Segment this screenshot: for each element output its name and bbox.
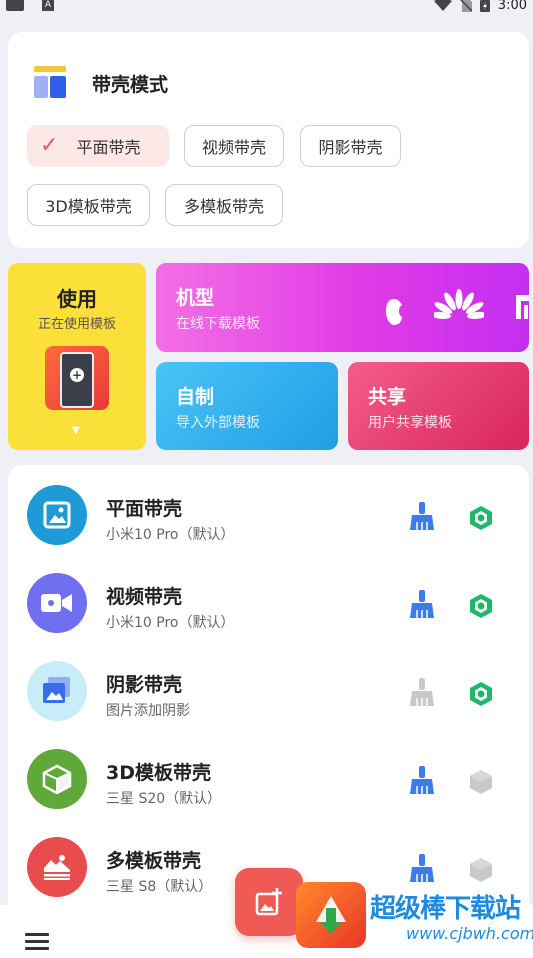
apple-icon — [386, 299, 402, 325]
huawei-icon — [434, 289, 484, 320]
tile-custom[interactable]: 自制 导入外部模板 — [156, 362, 338, 450]
brush-icon[interactable] — [409, 678, 435, 706]
brush-icon[interactable] — [409, 590, 435, 618]
add-image-button[interactable] — [235, 868, 303, 936]
hexagon-settings-icon[interactable] — [469, 769, 493, 795]
mode-title: 带壳模式 — [92, 73, 169, 96]
mode-card: 带壳模式 ✓ 平面带壳 视频带壳 阴影带壳 3D模板带壳 多模板带壳 — [8, 32, 529, 248]
brush-icon[interactable] — [409, 854, 435, 882]
layered-image-icon — [27, 661, 87, 721]
hexagon-settings-icon[interactable] — [469, 681, 493, 707]
tile-model[interactable]: 机型 在线下载模板 — [156, 263, 529, 352]
battery-icon — [479, 0, 490, 12]
multi-image-icon — [27, 837, 87, 897]
brush-icon[interactable] — [409, 502, 435, 530]
list-item-subtitle: 小米10 Pro（默认） — [106, 615, 235, 631]
chip-video-shell[interactable]: 视频带壳 — [184, 125, 284, 167]
tile-model-title: 机型 — [176, 287, 215, 309]
list-item[interactable]: 视频带壳 小米10 Pro（默认） — [8, 553, 529, 641]
no-sim-icon — [459, 0, 472, 12]
checkmark-icon: ✓ — [40, 133, 59, 158]
wifi-icon — [433, 0, 452, 11]
list-item-subtitle: 三星 S8（默认） — [106, 879, 213, 895]
list-item[interactable]: 阴影带壳 图片添加阴影 — [8, 641, 529, 729]
list-item[interactable]: 3D模板带壳 三星 S20（默认） — [8, 729, 529, 817]
chip-shadow-shell[interactable]: 阴影带壳 — [300, 125, 401, 167]
cube-icon — [27, 749, 87, 809]
chip-3d-template-shell[interactable]: 3D模板带壳 — [27, 184, 150, 226]
list-item-title: 阴影带壳 — [106, 674, 183, 696]
tile-model-subtitle: 在线下载模板 — [176, 316, 260, 332]
tile-use-title: 使用 — [57, 287, 97, 311]
tile-use-subtitle: 正在使用模板 — [37, 317, 116, 332]
chip-label: 多模板带壳 — [183, 197, 264, 216]
chip-label: 阴影带壳 — [318, 138, 383, 157]
list-item-subtitle: 图片添加阴影 — [106, 703, 190, 719]
shell-mode-list: 平面带壳 小米10 Pro（默认） 视频带壳 小米10 Pro（默认） 阴影带壳… — [8, 465, 529, 905]
status-time: 3:00 — [497, 0, 527, 13]
chip-multi-template-shell[interactable]: 多模板带壳 — [165, 184, 283, 226]
tile-custom-subtitle: 导入外部模板 — [176, 415, 260, 431]
hexagon-settings-icon[interactable] — [469, 505, 493, 531]
tile-share-subtitle: 用户共享模板 — [368, 415, 452, 431]
tile-share-title: 共享 — [368, 386, 407, 408]
brush-icon[interactable] — [409, 766, 435, 794]
hexagon-settings-icon[interactable] — [469, 593, 493, 619]
status-bar: A 3:00 — [0, 0, 533, 14]
list-item-subtitle: 小米10 Pro（默认） — [106, 527, 235, 543]
list-item-subtitle: 三星 S20（默认） — [106, 791, 222, 807]
download-site-logo-icon — [296, 882, 366, 948]
a-icon: A — [42, 0, 54, 11]
chevron-down-icon: ▼ — [72, 425, 80, 436]
image-icon — [27, 485, 87, 545]
notification-icon — [6, 0, 24, 11]
chip-label: 视频带壳 — [201, 138, 266, 157]
list-item-title: 视频带壳 — [106, 586, 183, 608]
tile-custom-title: 自制 — [176, 386, 215, 408]
phone-template-icon: + — [45, 346, 109, 410]
watermark-url: www.cjbwh.com — [406, 924, 533, 943]
chip-label: 3D模板带壳 — [45, 197, 132, 216]
list-item-title: 3D模板带壳 — [106, 762, 211, 784]
mi-icon — [516, 295, 529, 319]
list-item-title: 平面带壳 — [106, 498, 183, 520]
menu-icon[interactable] — [25, 933, 49, 951]
watermark-text: 超级棒下载站 — [370, 894, 521, 924]
chip-label: 平面带壳 — [76, 138, 141, 157]
chip-flat-shell[interactable]: ✓ 平面带壳 — [27, 125, 169, 167]
add-image-icon — [255, 888, 282, 916]
tile-use[interactable]: 使用 正在使用模板 + ▼ — [8, 263, 146, 450]
list-item-title: 多模板带壳 — [106, 850, 202, 872]
app-logo-icon — [32, 66, 68, 100]
list-item[interactable]: 平面带壳 小米10 Pro（默认） — [8, 465, 529, 553]
tile-share[interactable]: 共享 用户共享模板 — [348, 362, 529, 450]
watermark: 超级棒下载站 www.cjbwh.com — [296, 880, 533, 950]
video-icon — [27, 573, 87, 633]
